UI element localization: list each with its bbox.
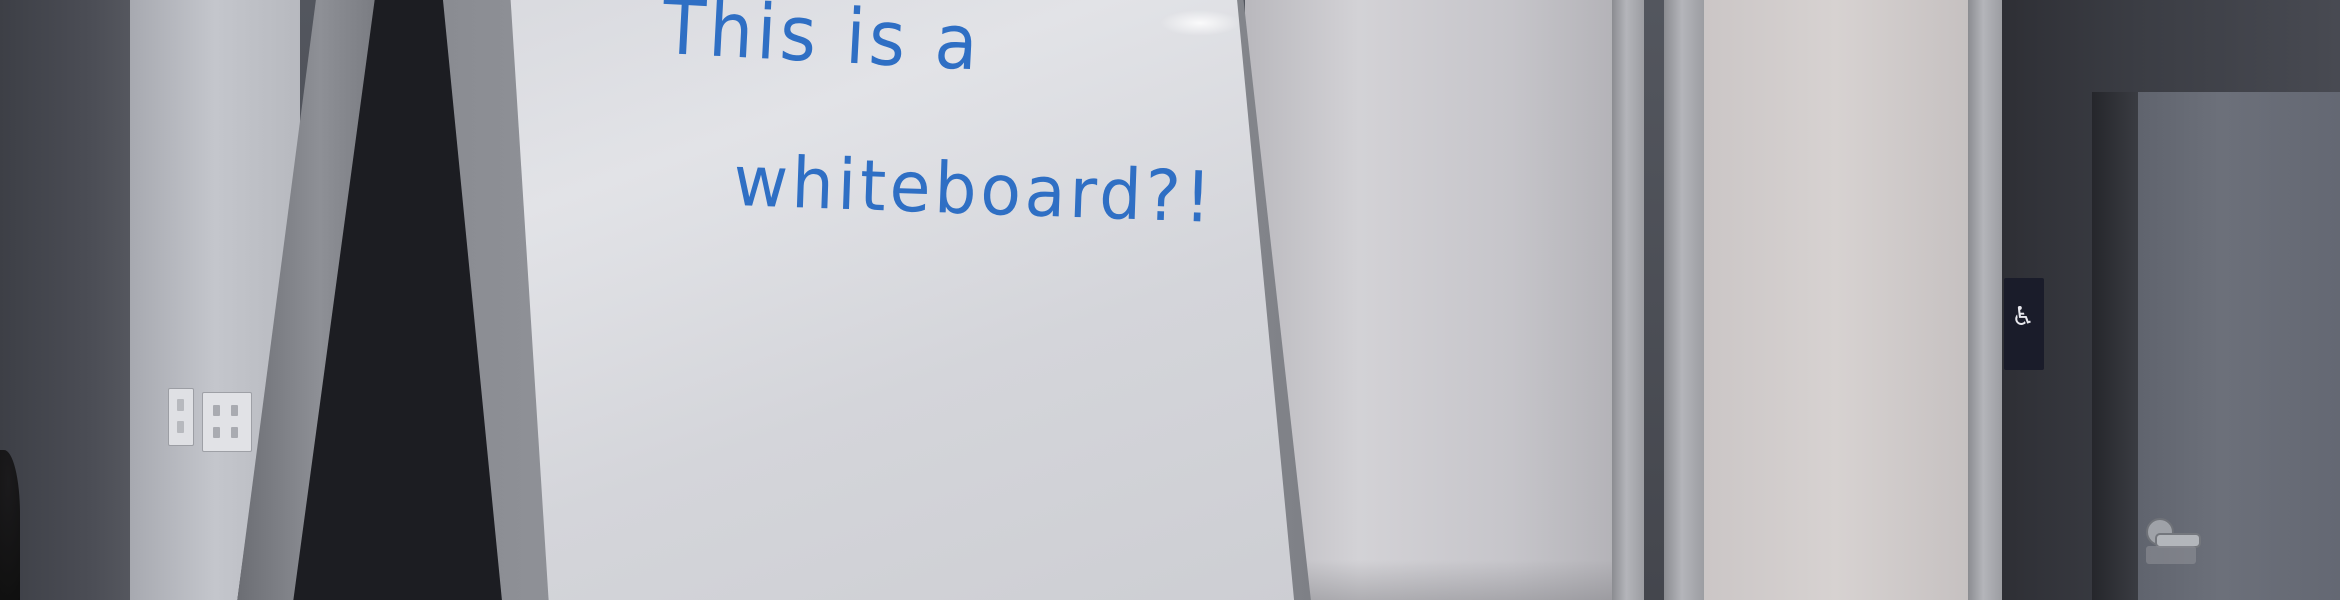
light-reflection — [1160, 10, 1240, 36]
light-switch — [168, 388, 194, 446]
wall-outlet — [202, 392, 252, 452]
wheelchair-icon: ♿ — [2011, 302, 2035, 332]
left-dark-column — [0, 0, 150, 600]
door-frame-post — [1612, 0, 1644, 600]
handwritten-line-two: whiteboard?! — [732, 140, 1217, 239]
photo-scene: This is a whiteboard?! ♿ — [0, 0, 2340, 600]
glass-wall-panel — [1245, 0, 1625, 600]
whiteboard-surface — [510, 0, 1295, 600]
door-frame-post — [1968, 0, 2002, 600]
door-frame-post — [1664, 0, 1704, 600]
door-handle-icon — [2146, 518, 2201, 564]
hallway-door-edge — [2092, 92, 2138, 600]
right-wall — [1704, 0, 1968, 600]
